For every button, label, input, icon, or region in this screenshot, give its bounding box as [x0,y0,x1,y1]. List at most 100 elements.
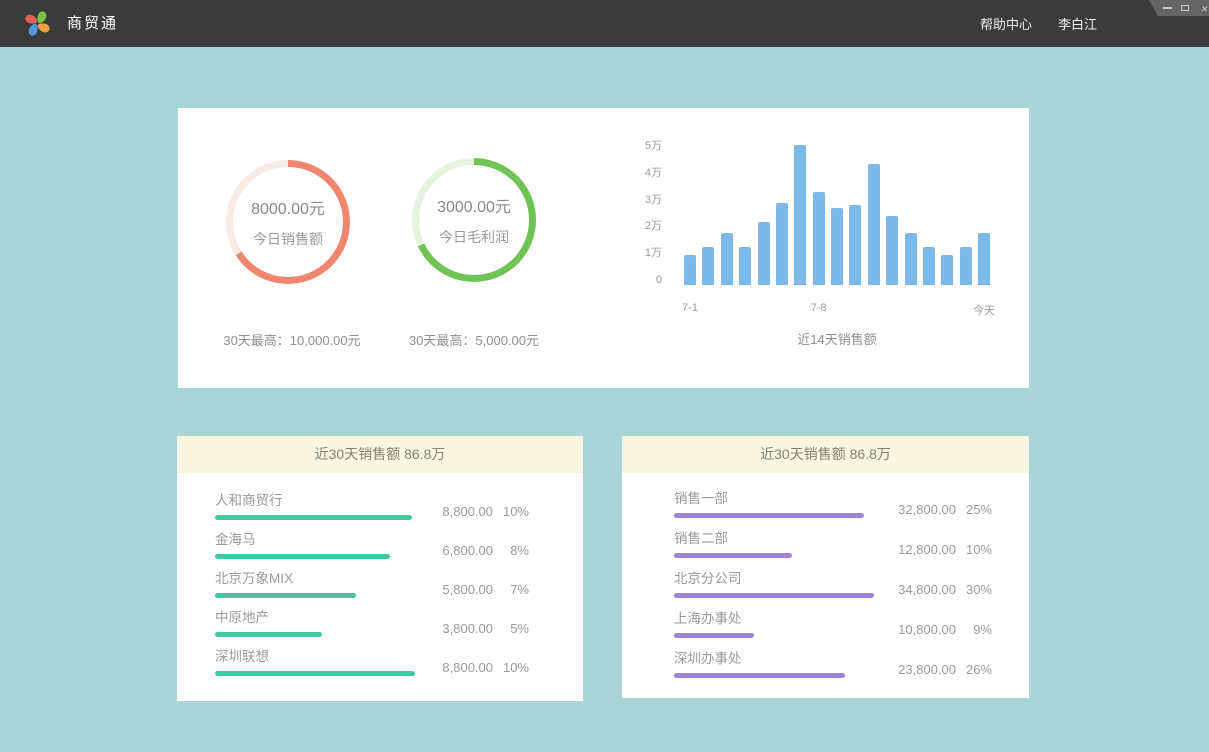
sales-chart-y-axis: 5万 4万 3万 2万 1万 0 [618,108,662,308]
bar-day-8 [813,192,825,285]
customer-rank-list: 人和商贸行8,800.0010%金海马6,800.008%北京万象MIX5,80… [177,473,583,687]
y-tick-label: 3万 [618,194,662,207]
x-tick-label: 7-1 [682,302,698,314]
today-profit-ring-center: 3000.00元 今日毛利润 [419,165,529,275]
rank-item-pct: 10% [493,504,529,519]
rank-row: 北京万象MIX5,800.007% [215,570,583,609]
rank-item-bar [215,515,412,520]
today-sales-ring-center: 8000.00元 今日销售额 [233,167,343,277]
y-tick-label: 5万 [618,140,662,153]
y-tick-label: 2万 [618,220,662,233]
rank-row: 上海办事处10,800.009% [674,610,1029,650]
today-profit-value: 3000.00元 [437,193,511,217]
rank-item-values: 23,800.0026% [884,662,992,677]
maximize-button[interactable] [1180,2,1190,14]
rank-item-pct: 26% [956,662,992,677]
x-tick-label: 7-8 [811,302,827,314]
profit-30d-max: 30天最高：5,000.00元 [364,330,584,349]
rank-item-values: 8,800.0010% [421,504,529,519]
bar-day-14 [923,247,935,285]
y-tick-label: 0 [618,274,662,287]
rank-item-pct: 9% [956,622,992,637]
rank-item-bar [215,554,390,559]
app-title: 商贸通 [67,0,118,47]
bar-day-5 [758,222,770,285]
dept-rank-list: 销售一部32,800.0025%销售二部12,800.0010%北京分公司34,… [622,473,1029,690]
bar-day-1 [684,255,696,285]
logo-petal [25,15,37,24]
user-menu[interactable]: 李白江 [1058,14,1097,33]
bar-day-12 [886,216,898,285]
bar-day-15 [941,255,953,285]
today-profit-label: 今日毛利润 [439,227,509,247]
minimize-icon [1163,7,1172,9]
rank-item-pct: 30% [956,582,992,597]
rank-item-pct: 25% [956,502,992,517]
bar-day-6 [776,203,788,285]
sales-chart-x-axis: 7-17-8今天 [684,302,990,316]
rank-item-bar [215,632,322,637]
rank-item-pct: 8% [493,543,529,558]
rank-item-amount: 8,800.00 [421,660,493,675]
bar-day-2 [702,247,714,285]
logo-petal [37,11,46,23]
rank-item-bar [674,553,792,558]
rank-row: 销售二部12,800.0010% [674,530,1029,570]
app-window: 商贸通 帮助中心 李白江 8000.00元 今日销售额 30天最高：10,000… [0,0,1209,752]
titlebar-nav: 帮助中心 李白江 [980,0,1097,47]
rank-item-bar [215,593,356,598]
rank-row: 金海马6,800.008% [215,531,583,570]
bar-day-10 [849,205,861,285]
rank-item-values: 5,800.007% [421,582,529,597]
rank-item-bar [674,513,864,518]
rank-item-amount: 5,800.00 [421,582,493,597]
bar-day-16 [960,247,972,285]
pinwheel-logo-icon [22,8,53,39]
today-sales-value: 8000.00元 [251,195,325,219]
rank-item-amount: 10,800.00 [884,622,956,637]
bar-day-11 [868,164,880,285]
bar-day-7 [794,145,806,285]
rank-item-pct: 7% [493,582,529,597]
bar-day-3 [721,233,733,285]
today-sales-label: 今日销售额 [253,229,323,249]
rank-item-values: 12,800.0010% [884,542,992,557]
bar-day-4 [739,247,751,285]
rank-row: 深圳办事处23,800.0026% [674,650,1029,690]
rank-item-pct: 10% [956,542,992,557]
rank-item-amount: 12,800.00 [884,542,956,557]
rank-item-values: 10,800.009% [884,622,992,637]
sales-chart-title: 近14天销售额 [674,329,1000,348]
bar-day-13 [905,233,917,285]
rank-row: 销售一部32,800.0025% [674,490,1029,530]
rank-item-pct: 10% [493,660,529,675]
rank-item-amount: 6,800.00 [421,543,493,558]
bar-day-17 [978,233,990,285]
close-button[interactable] [1199,2,1209,14]
minimize-button[interactable] [1162,2,1172,14]
sales-chart-bars [684,145,990,285]
maximize-icon [1181,5,1189,11]
window-controls [1149,0,1209,16]
rank-item-amount: 8,800.00 [421,504,493,519]
logo-petal [29,24,38,36]
rank-item-values: 32,800.0025% [884,502,992,517]
rank-row: 人和商贸行8,800.0010% [215,492,583,531]
today-profit-ring: 3000.00元 今日毛利润 [412,158,536,282]
logo-petal [38,23,50,32]
customer-rank-card: 近30天销售额 86.8万 人和商贸行8,800.0010%金海马6,800.0… [177,436,583,701]
rank-item-bar [674,633,754,638]
rank-item-amount: 23,800.00 [884,662,956,677]
y-tick-label: 1万 [618,247,662,260]
rank-item-values: 34,800.0030% [884,582,992,597]
rank-item-bar [674,673,845,678]
y-tick-label: 4万 [618,167,662,180]
rank-item-amount: 34,800.00 [884,582,956,597]
x-tick-label: 今天 [973,302,995,318]
rank-item-values: 8,800.0010% [421,660,529,675]
bar-day-9 [831,208,843,285]
help-center-link[interactable]: 帮助中心 [980,14,1032,33]
rank-item-bar [674,593,874,598]
rank-item-values: 3,800.005% [421,621,529,636]
rank-item-bar [215,671,415,676]
